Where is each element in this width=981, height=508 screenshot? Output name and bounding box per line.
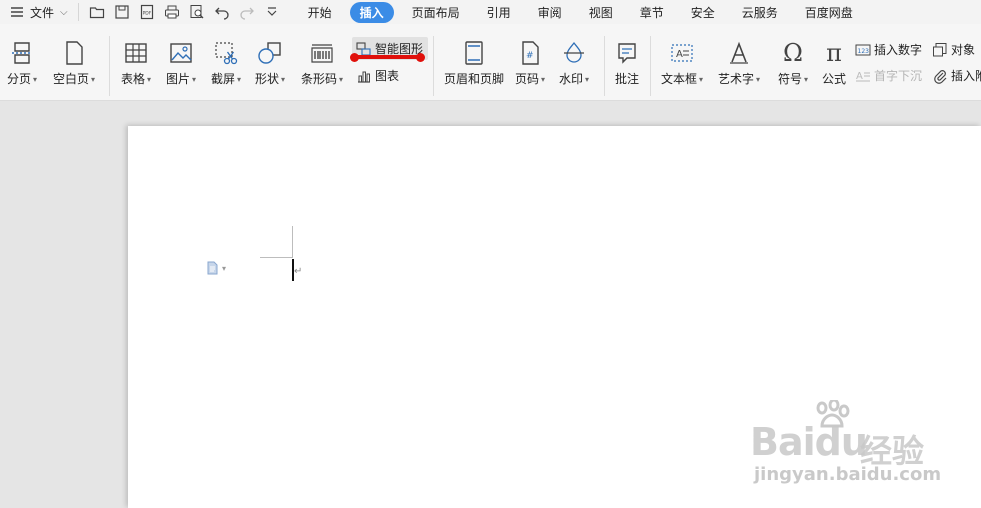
drop-cap-button[interactable]: A 首字下沉 [855, 67, 922, 84]
tab-review[interactable]: 审阅 [529, 2, 571, 23]
watermark-label: 水印 [558, 72, 583, 86]
picture-icon [170, 43, 192, 63]
insert-attachment-button[interactable]: 插入附件 [932, 67, 981, 84]
watermark-main-text: Baidu [750, 420, 868, 464]
file-menu-label: 文件 [30, 5, 55, 20]
page-break-icon [12, 42, 32, 64]
object-label: 对象 [951, 43, 976, 57]
header-footer-button[interactable]: 页眉和页脚 [444, 38, 504, 87]
comment-button[interactable]: 批注 [597, 38, 657, 87]
tab-view[interactable]: 视图 [580, 2, 622, 23]
paragraph-mark-icon: ↵ [294, 266, 303, 277]
shape-label: 形状 [254, 72, 279, 86]
blank-page-label: 空白页 [52, 72, 89, 86]
page-break-label: 分页 [6, 72, 31, 86]
print-icon[interactable] [160, 2, 185, 22]
chevron-down-icon: ⌵ [60, 6, 68, 18]
text-box-icon: A [671, 44, 693, 62]
picture-label: 图片 [165, 72, 190, 86]
margin-corner-horizontal [260, 257, 293, 258]
chart-label: 图表 [375, 69, 400, 83]
save-icon[interactable] [110, 2, 135, 22]
open-folder-icon[interactable] [85, 2, 110, 22]
omega-icon: Ω [783, 39, 803, 67]
header-footer-label: 页眉和页脚 [444, 72, 505, 86]
redo-icon[interactable] [235, 2, 260, 22]
insert-number-button[interactable]: 123 插入数字 [855, 41, 922, 58]
svg-text:A: A [856, 71, 863, 82]
drop-cap-icon: A [856, 71, 870, 82]
blank-page-button[interactable]: 空白页 ▾ [44, 38, 104, 87]
file-menu[interactable]: 文件 ⌵ [0, 0, 68, 24]
tab-sections[interactable]: 章节 [631, 2, 673, 23]
blank-page-icon [66, 41, 83, 65]
paragraph-options-button[interactable]: ▾ [205, 261, 226, 275]
insert-number-label: 插入数字 [874, 43, 923, 57]
highlight-dot-left [350, 52, 359, 62]
shapes-icon [258, 42, 281, 64]
tab-baidu-netdisk[interactable]: 百度网盘 [796, 2, 862, 23]
tab-start[interactable]: 开始 [299, 2, 341, 23]
comment-icon [618, 43, 636, 64]
insert-ribbon: 分页 ▾ 空白页 ▾ 表格 ▾ 图片 ▾ 截屏 ▾ 形状 ▾ 条形码 ▾ 智能图形 图表 [0, 24, 981, 101]
baidu-watermark: Baidu 经验 jingyan.baidu.com [750, 400, 970, 490]
table-label: 表格 [120, 72, 145, 86]
customize-toolbar-icon[interactable] [260, 2, 285, 22]
screenshot-label: 截屏 [210, 72, 235, 86]
chart-button[interactable]: 图表 [356, 67, 399, 84]
watermark-button[interactable]: 水印 ▾ [544, 38, 604, 87]
svg-text:A: A [676, 49, 683, 60]
document-icon [207, 261, 218, 275]
table-icon [125, 43, 147, 63]
print-preview-icon[interactable] [185, 2, 210, 22]
margin-corner-vertical [292, 226, 293, 258]
word-art-icon [730, 41, 748, 64]
object-button[interactable]: 对象 [932, 41, 975, 58]
word-art-button[interactable]: 艺术字 ▾ [709, 38, 769, 87]
insert-attachment-label: 插入附件 [951, 69, 981, 83]
watermark-icon [564, 41, 584, 63]
menu-bar: 文件 ⌵ PDF 开始 插入 页面布局 引用 审阅 视图 章节 安全 云服务 百… [0, 0, 981, 24]
comment-label: 批注 [614, 72, 639, 86]
page-number-icon: # [522, 41, 539, 65]
hamburger-icon [11, 7, 23, 17]
bar-chart-icon [358, 71, 370, 83]
svg-text:PDF: PDF [143, 11, 152, 17]
page-number-label: 页码 [514, 72, 539, 86]
barcode-icon [311, 44, 333, 63]
watermark-url: jingyan.baidu.com [754, 464, 942, 485]
divider [433, 36, 434, 96]
number-icon: 123 [855, 44, 871, 55]
barcode-button[interactable]: 条形码 ▾ [292, 38, 352, 87]
formula-label: 公式 [821, 72, 846, 86]
text-box-button[interactable]: A 文本框 ▾ [652, 38, 712, 87]
text-box-label: 文本框 [660, 72, 697, 86]
drop-cap-label: 首字下沉 [874, 69, 923, 83]
tab-page-layout[interactable]: 页面布局 [403, 2, 469, 23]
chevron-down-icon: ▾ [222, 263, 227, 273]
highlight-dot-right [416, 52, 425, 62]
tab-security[interactable]: 安全 [682, 2, 724, 23]
svg-text:123: 123 [858, 48, 870, 55]
divider [650, 36, 651, 96]
svg-text:#: # [526, 51, 534, 61]
header-footer-icon [465, 41, 483, 65]
export-pdf-icon[interactable]: PDF [135, 2, 160, 22]
object-icon [933, 42, 947, 56]
word-art-label: 艺术字 [717, 72, 754, 86]
tab-cloud-service[interactable]: 云服务 [733, 2, 787, 23]
scissors-icon [215, 42, 238, 65]
pi-icon: π [826, 39, 842, 67]
symbol-label: 符号 [777, 72, 802, 86]
tab-insert[interactable]: 插入 [349, 1, 394, 23]
ribbon-tabs: 开始 插入 页面布局 引用 审阅 视图 章节 安全 云服务 百度网盘 [299, 1, 871, 23]
quick-access-toolbar: PDF [77, 2, 285, 22]
tab-references[interactable]: 引用 [478, 2, 520, 23]
undo-icon[interactable] [210, 2, 235, 22]
barcode-label: 条形码 [300, 72, 337, 86]
shape-button[interactable]: 形状 ▾ [240, 38, 300, 87]
highlight-underline [354, 55, 424, 59]
paperclip-icon [934, 69, 947, 84]
